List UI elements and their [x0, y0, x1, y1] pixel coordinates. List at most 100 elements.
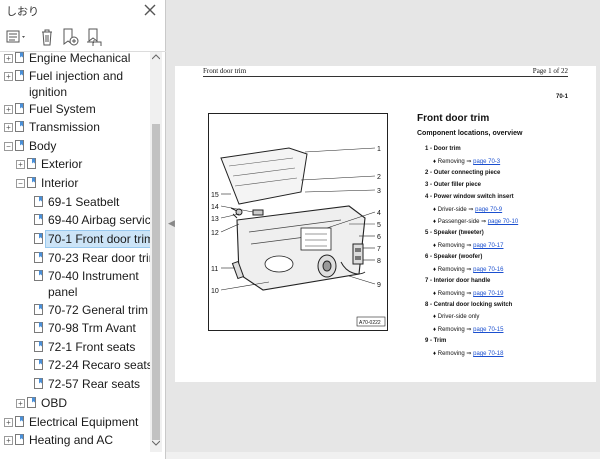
component-text: 7 - Interior door handle	[425, 278, 491, 284]
component-item: 4 - Power window switch insert	[425, 194, 514, 200]
page-link[interactable]: page 70-16	[473, 267, 503, 273]
expand-toggle-icon[interactable]: +	[16, 160, 25, 169]
bookmark-icon	[15, 52, 24, 63]
scroll-thumb[interactable]	[152, 124, 160, 440]
panel-collapse-icon[interactable]: ◀	[168, 218, 175, 229]
callout-7: 7	[377, 246, 381, 253]
bookmark-label-line2: ignition	[29, 85, 68, 99]
panel-header: しおり	[0, 0, 166, 22]
component-item: 3 - Outer filler piece	[425, 182, 481, 188]
bookmark-label: Engine Mechanical	[29, 52, 131, 65]
component-item: 5 - Speaker (tweeter)	[425, 230, 484, 236]
bookmark-label: 72-24 Recaro seats	[48, 358, 150, 372]
bookmark-label: Heating and AC	[29, 433, 114, 447]
bookmark-icon	[15, 140, 24, 151]
callout-15: 15	[211, 192, 219, 199]
callout-3: 3	[377, 188, 381, 195]
expand-toggle-icon[interactable]: +	[4, 418, 13, 427]
component-subitem: ♦ Removing ⇒ page 70-17	[433, 242, 503, 249]
page-link[interactable]: page 70-3	[473, 159, 500, 165]
bookmarks-panel: しおり + Engine Mechanical + Fuel injection an…	[0, 0, 166, 459]
page-link[interactable]: page 70-17	[473, 243, 503, 249]
component-text: 8 - Central door locking switch	[425, 302, 513, 308]
bookmarks-scrollbar[interactable]	[150, 52, 162, 452]
collapse-toggle-icon[interactable]: −	[16, 179, 25, 188]
horizontal-scrollbar[interactable]	[166, 452, 600, 459]
bookmark-label: 70-98 Trm Avant	[48, 321, 136, 335]
expand-toggle-icon[interactable]: +	[4, 123, 13, 132]
bookmark-icon	[15, 434, 24, 445]
component-text: Removing ⇒	[437, 267, 474, 273]
component-subitem: ♦ Removing ⇒ page 70-3	[433, 158, 500, 165]
expand-toggle-icon[interactable]: +	[16, 399, 25, 408]
component-item: 6 - Speaker (woofer)	[425, 254, 482, 260]
callout-10: 10	[211, 288, 219, 295]
component-text: Removing ⇒	[437, 243, 474, 249]
expand-toggle-icon[interactable]: +	[4, 72, 13, 81]
options-menu-icon[interactable]	[6, 27, 28, 47]
component-text: 4 - Power window switch insert	[425, 194, 514, 200]
bookmark-icon	[34, 214, 43, 225]
callout-5: 5	[377, 222, 381, 229]
bookmark-label: 72-1 Front seats	[48, 340, 136, 354]
document-page: Front door trim Page 1 of 22 70-1 1 2 3 …	[175, 66, 596, 382]
bookmark-label: Body	[29, 139, 57, 153]
bookmark-icon	[15, 103, 24, 114]
bookmark-label: Exterior	[41, 157, 83, 171]
section-number: 70-1	[555, 94, 568, 100]
page-link[interactable]: page 70-19	[473, 291, 503, 297]
bookmark-icon	[34, 233, 43, 244]
callout-4: 4	[377, 210, 381, 217]
bookmark-icon	[34, 196, 43, 207]
collapse-toggle-icon[interactable]: −	[4, 142, 13, 151]
component-text: Removing ⇒	[437, 327, 474, 333]
page-number: Page 1 of 22	[532, 67, 568, 75]
bookmark-label: 70-23 Rear door trim	[48, 251, 150, 265]
component-text: 1 - Door trim	[425, 146, 461, 152]
component-item: 2 - Outer connecting piece	[425, 170, 500, 176]
bookmark-icon	[15, 416, 24, 427]
bookmark-icon	[34, 304, 43, 315]
component-text: Driver-side only	[437, 314, 480, 320]
component-item: 9 - Trim	[425, 338, 446, 344]
bookmark-icon	[27, 397, 36, 408]
expand-toggle-icon[interactable]: +	[4, 54, 13, 63]
bookmark-label: 69-40 Airbag service	[48, 213, 150, 227]
bookmark-icon	[34, 322, 43, 333]
figure-label: A70-0222	[359, 320, 381, 326]
page-link[interactable]: page 70-10	[488, 219, 518, 225]
page-link[interactable]: page 70-18	[473, 351, 503, 357]
callout-1: 1	[377, 146, 381, 153]
component-text: Removing ⇒	[437, 291, 474, 297]
callout-11: 11	[211, 266, 218, 273]
component-text: Passenger-side ⇒	[437, 219, 488, 225]
document-heading: Front door trim	[417, 113, 490, 124]
scroll-down-icon[interactable]	[152, 440, 160, 446]
component-subitem: ♦ Driver-side ⇒ page 70-9	[433, 206, 502, 213]
callout-9: 9	[377, 282, 381, 289]
component-subitem: ♦ Removing ⇒ page 70-15	[433, 326, 503, 333]
bookmark-icon	[27, 177, 36, 188]
page-link[interactable]: page 70-15	[473, 327, 503, 333]
new-bookmark-icon[interactable]	[60, 27, 80, 47]
scroll-up-icon[interactable]	[152, 54, 160, 60]
component-text: 9 - Trim	[425, 338, 447, 344]
bookmark-label: 70-72 General trim	[48, 303, 149, 317]
bookmark-icon	[34, 359, 43, 370]
bookmark-label: Fuel injection and	[29, 69, 124, 83]
component-subitem: ♦ Removing ⇒ page 70-18	[433, 350, 503, 357]
close-icon[interactable]	[142, 2, 158, 18]
panel-title: しおり	[6, 6, 39, 18]
component-subitem: ♦ Passenger-side ⇒ page 70-10	[433, 218, 518, 225]
page-link[interactable]: page 70-9	[475, 207, 502, 213]
bookmark-icon	[34, 378, 43, 389]
expand-bookmark-icon[interactable]	[84, 27, 104, 47]
expand-toggle-icon[interactable]: +	[4, 436, 13, 445]
delete-icon[interactable]	[38, 27, 56, 47]
component-text: 6 - Speaker (woofer)	[425, 254, 483, 260]
door-exploded-view: 1 2 3 4 5 6 7 8 9 10 11 12 13 14 15 A70-…	[211, 146, 386, 327]
bookmarks-toolbar	[0, 22, 166, 52]
bookmark-label: 70-1 Front door trim	[44, 230, 150, 248]
expand-toggle-icon[interactable]: +	[4, 105, 13, 114]
component-text: 3 - Outer filler piece	[425, 182, 482, 188]
